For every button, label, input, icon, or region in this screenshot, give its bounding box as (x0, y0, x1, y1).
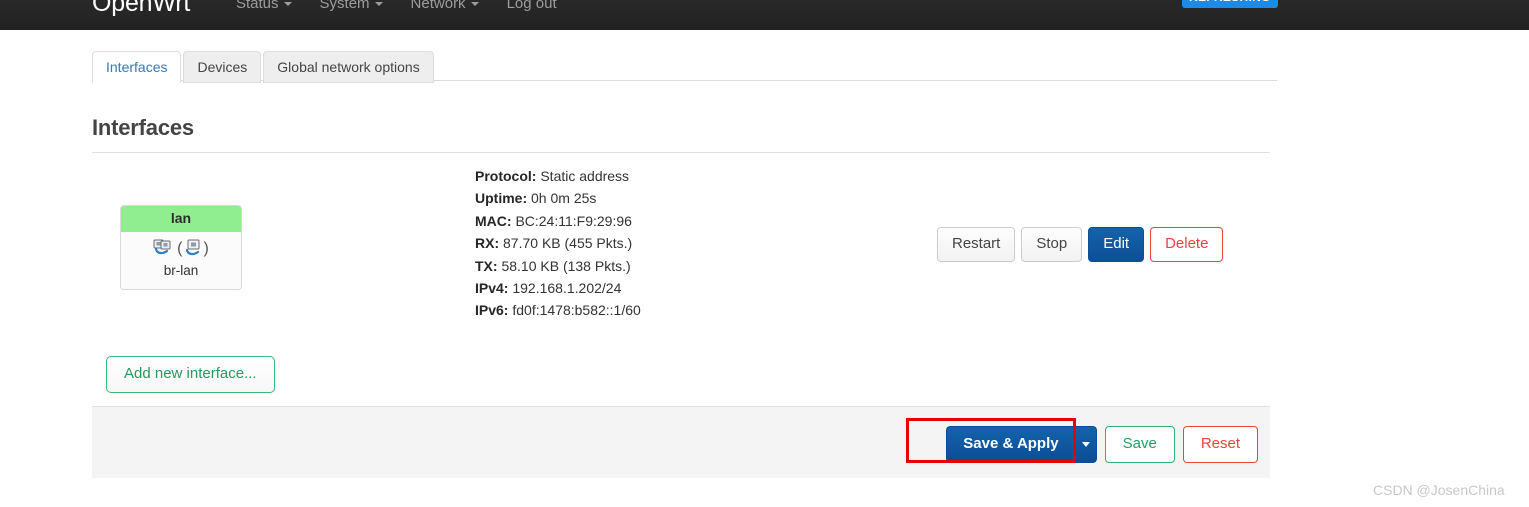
reset-button[interactable]: Reset (1182, 426, 1258, 463)
right-parenthesis: ) (203, 240, 209, 257)
nav-item-label: Network (410, 0, 466, 12)
stop-button[interactable]: Stop (1021, 227, 1083, 262)
detail-value: 0h 0m 25s (531, 190, 597, 207)
main-nav: Status System Network Log out (222, 0, 571, 14)
save-apply-button[interactable]: Save & Apply (946, 426, 1075, 463)
detail-key: IPv6: (475, 302, 509, 319)
footer-action-bar: Save & Apply Save Reset (92, 406, 1270, 478)
chevron-down-icon (374, 2, 383, 6)
edit-button[interactable]: Edit (1088, 227, 1145, 262)
detail-mac: MAC: BC:24:11:F9:29:96 (475, 210, 641, 232)
detail-value: 58.10 KB (138 Pkts.) (501, 257, 631, 274)
detail-value: BC:24:11:F9:29:96 (515, 212, 632, 229)
nav-item-network[interactable]: Network (397, 0, 493, 14)
brand-logo[interactable]: OpenWrt (92, 0, 190, 17)
caret-down-icon (1081, 442, 1090, 447)
interface-card-lan[interactable]: lan () br-lan (120, 205, 242, 290)
detail-rx: RX: 87.70 KB (455 Pkts.) (475, 232, 641, 254)
detail-uptime: Uptime: 0h 0m 25s (475, 187, 641, 209)
detail-key: TX: (475, 257, 498, 274)
left-parenthesis: ( (177, 240, 183, 257)
title-divider (92, 152, 1270, 153)
detail-key: IPv4: (475, 280, 509, 297)
interface-details: Protocol: Static address Uptime: 0h 0m 2… (475, 165, 641, 322)
nav-item-logout[interactable]: Log out (493, 0, 571, 14)
detail-ipv4: IPv4: 192.168.1.202/24 (475, 277, 641, 299)
interface-card-title: lan (121, 206, 241, 232)
watermark-text: CSDN @JosenChina (1373, 482, 1505, 498)
detail-tx: TX: 58.10 KB (138 Pkts.) (475, 255, 641, 277)
interface-device-icons: ( ) (121, 238, 241, 260)
tab-interfaces[interactable]: Interfaces (92, 51, 182, 83)
detail-value: Static address (540, 168, 630, 184)
chevron-down-icon (470, 2, 479, 6)
detail-key: Protocol: (475, 168, 537, 184)
detail-key: RX: (475, 235, 500, 252)
interface-row-lan: lan () br-lan Protocol: Static address … (92, 165, 1270, 330)
nav-item-label: System (319, 0, 370, 12)
chevron-down-icon (283, 2, 292, 6)
detail-value: 192.168.1.202/24 (512, 280, 622, 297)
save-button[interactable]: Save (1104, 426, 1175, 463)
ethernet-device-icon (185, 239, 202, 260)
detail-value: 87.70 KB (455 Pkts.) (503, 235, 633, 252)
add-new-interface-button[interactable]: Add new interface... (106, 356, 275, 393)
save-apply-split-button[interactable]: Save & Apply (946, 426, 1097, 463)
tab-global-network-options[interactable]: Global network options (263, 51, 434, 83)
nav-item-status[interactable]: Status (222, 0, 306, 14)
detail-key: MAC: (475, 212, 512, 229)
delete-button[interactable]: Delete (1150, 227, 1224, 262)
interface-device-name: br-lan (163, 263, 199, 278)
interface-action-buttons: Restart Stop Edit Delete (937, 227, 1224, 262)
ethernet-ports-icon (153, 239, 175, 260)
nav-item-system[interactable]: System (306, 0, 397, 14)
page-title: Interfaces (92, 115, 194, 140)
top-navbar: OpenWrt Status System Network Log out RE… (0, 0, 1529, 30)
detail-protocol: Protocol: Static address (475, 165, 641, 187)
save-apply-dropdown-toggle[interactable] (1074, 426, 1097, 463)
detail-value: fd0f:1478:b582::1/60 (512, 302, 641, 319)
restart-button[interactable]: Restart (937, 227, 1016, 262)
detail-ipv6: IPv6: fd0f:1478:b582::1/60 (475, 299, 641, 321)
tab-strip: Interfaces Devices Global network option… (92, 51, 1277, 83)
detail-key: Uptime: (475, 190, 528, 207)
tab-devices[interactable]: Devices (183, 51, 262, 83)
nav-item-label: Log out (506, 0, 557, 12)
status-badge-refreshing[interactable]: REFRESHING (1182, 0, 1278, 8)
nav-item-label: Status (236, 0, 279, 12)
